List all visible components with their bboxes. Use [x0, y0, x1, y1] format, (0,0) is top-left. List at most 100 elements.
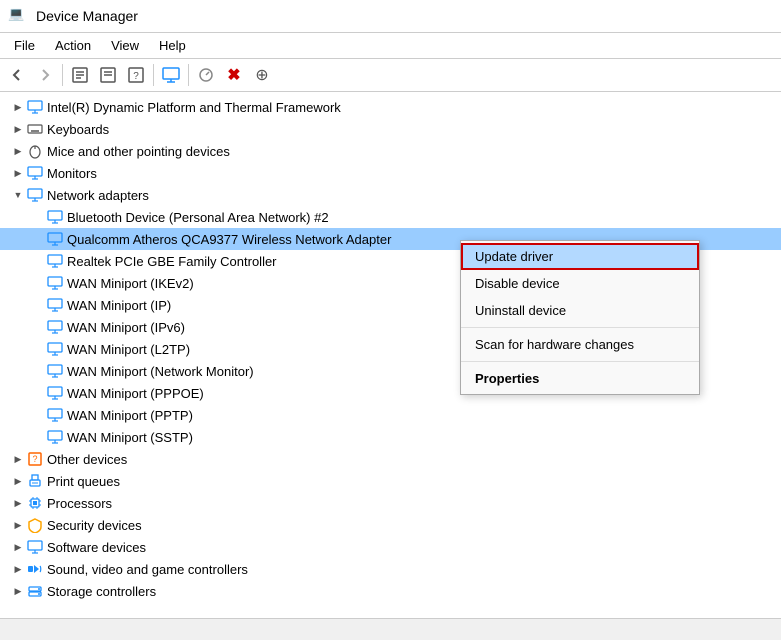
tree-label-other: Other devices: [47, 452, 127, 467]
tree-label-wan-ip: WAN Miniport (IP): [67, 298, 171, 313]
tree-label-intel: Intel(R) Dynamic Platform and Thermal Fr…: [47, 100, 341, 115]
tree-item-storage[interactable]: ▶ Storage controllers: [0, 580, 781, 602]
tree-arrow-network[interactable]: ▼: [10, 187, 26, 203]
tree-arrow-wan-sstp[interactable]: [30, 429, 46, 445]
tree-arrow-mice[interactable]: ▶: [10, 143, 26, 159]
tree-label-wan-ikev2: WAN Miniport (IKEv2): [67, 276, 194, 291]
context-menu-separator: [461, 361, 699, 362]
tree-label-wan-pptp: WAN Miniport (PPTP): [67, 408, 193, 423]
tree-icon-wan-sstp: [46, 428, 64, 446]
tree-item-other[interactable]: ▶ ? Other devices: [0, 448, 781, 470]
help-button[interactable]: ?: [123, 62, 149, 88]
tree-arrow-monitors[interactable]: ▶: [10, 165, 26, 181]
tree-label-qualcomm: Qualcomm Atheros QCA9377 Wireless Networ…: [67, 232, 391, 247]
back-button[interactable]: [4, 62, 30, 88]
tree-icon-mice: [26, 142, 44, 160]
menu-action[interactable]: Action: [45, 35, 101, 56]
tree-label-processors: Processors: [47, 496, 112, 511]
tree-item-security[interactable]: ▶ Security devices: [0, 514, 781, 536]
tree-item-print[interactable]: ▶ Print queues: [0, 470, 781, 492]
context-menu-separator: [461, 327, 699, 328]
tree-icon-wan-pptp: [46, 406, 64, 424]
toolbar-sep-2: [153, 64, 154, 86]
tree-arrow-intel[interactable]: ▶: [10, 99, 26, 115]
tree-arrow-processors[interactable]: ▶: [10, 495, 26, 511]
tree-arrow-wan-l2tp[interactable]: [30, 341, 46, 357]
tree-icon-other: ?: [26, 450, 44, 468]
tree-label-print: Print queues: [47, 474, 120, 489]
tree-arrow-wan-ipv6[interactable]: [30, 319, 46, 335]
tree-icon-processors: [26, 494, 44, 512]
display-button[interactable]: [158, 62, 184, 88]
tree-item-sound[interactable]: ▶ Sound, video and game controllers: [0, 558, 781, 580]
tree-arrow-software[interactable]: ▶: [10, 539, 26, 555]
context-menu-item-scan[interactable]: Scan for hardware changes: [461, 331, 699, 358]
tree-label-monitors: Monitors: [47, 166, 97, 181]
tree-arrow-wan-pppoe[interactable]: [30, 385, 46, 401]
toolbar-sep-1: [62, 64, 63, 86]
menu-bar: File Action View Help: [0, 33, 781, 59]
tree-label-realtek: Realtek PCIe GBE Family Controller: [67, 254, 277, 269]
add-button[interactable]: ⊕: [249, 62, 275, 88]
tree-icon-wan-l2tp: [46, 340, 64, 358]
tree-item-monitors[interactable]: ▶ Monitors: [0, 162, 781, 184]
tree-arrow-other[interactable]: ▶: [10, 451, 26, 467]
tree-icon-wan-netmon: [46, 362, 64, 380]
tree-item-network[interactable]: ▼ Network adapters: [0, 184, 781, 206]
tree-icon-storage: [26, 582, 44, 600]
context-menu-item-disable[interactable]: Disable device: [461, 270, 699, 297]
update-driver-button[interactable]: [95, 62, 121, 88]
context-menu-item-props[interactable]: Properties: [461, 365, 699, 392]
tree-icon-monitors: [26, 164, 44, 182]
tree-arrow-sound[interactable]: ▶: [10, 561, 26, 577]
tree-arrow-bluetooth[interactable]: [30, 209, 46, 225]
tree-arrow-realtek[interactable]: [30, 253, 46, 269]
tree-icon-bluetooth: [46, 208, 64, 226]
context-menu-item-update[interactable]: Update driver: [461, 243, 699, 270]
tree-item-wan-sstp[interactable]: WAN Miniport (SSTP): [0, 426, 781, 448]
tree-arrow-wan-ikev2[interactable]: [30, 275, 46, 291]
tree-icon-network: [26, 186, 44, 204]
tree-arrow-wan-pptp[interactable]: [30, 407, 46, 423]
scan-button[interactable]: [193, 62, 219, 88]
tree-arrow-wan-netmon[interactable]: [30, 363, 46, 379]
tree-arrow-print[interactable]: ▶: [10, 473, 26, 489]
context-menu: Update driverDisable deviceUninstall dev…: [460, 240, 700, 395]
tree-item-software[interactable]: ▶ Software devices: [0, 536, 781, 558]
menu-view[interactable]: View: [101, 35, 149, 56]
tree-arrow-qualcomm[interactable]: [30, 231, 46, 247]
properties-button[interactable]: [67, 62, 93, 88]
tree-arrow-storage[interactable]: ▶: [10, 583, 26, 599]
tree-label-mice: Mice and other pointing devices: [47, 144, 230, 159]
tree-item-processors[interactable]: ▶ Processors: [0, 492, 781, 514]
tree-icon-security: [26, 516, 44, 534]
tree-arrow-wan-ip[interactable]: [30, 297, 46, 313]
tree-item-bluetooth[interactable]: Bluetooth Device (Personal Area Network)…: [0, 206, 781, 228]
tree-label-storage: Storage controllers: [47, 584, 156, 599]
tree-label-sound: Sound, video and game controllers: [47, 562, 248, 577]
tree-icon-wan-ipv6: [46, 318, 64, 336]
tree-label-software: Software devices: [47, 540, 146, 555]
forward-button[interactable]: [32, 62, 58, 88]
toolbar: ? ✖ ⊕: [0, 59, 781, 92]
menu-help[interactable]: Help: [149, 35, 196, 56]
tree-label-wan-pppoe: WAN Miniport (PPPOE): [67, 386, 204, 401]
context-menu-item-uninstall[interactable]: Uninstall device: [461, 297, 699, 324]
app-icon: 💻: [8, 6, 28, 26]
menu-file[interactable]: File: [4, 35, 45, 56]
tree-label-keyboards: Keyboards: [47, 122, 109, 137]
tree-item-intel[interactable]: ▶ Intel(R) Dynamic Platform and Thermal …: [0, 96, 781, 118]
tree-arrow-security[interactable]: ▶: [10, 517, 26, 533]
tree-item-wan-pptp[interactable]: WAN Miniport (PPTP): [0, 404, 781, 426]
tree-label-wan-l2tp: WAN Miniport (L2TP): [67, 342, 190, 357]
device-tree: ▶ Intel(R) Dynamic Platform and Thermal …: [0, 92, 781, 618]
uninstall-button[interactable]: ✖: [221, 62, 247, 88]
tree-label-wan-sstp: WAN Miniport (SSTP): [67, 430, 193, 445]
tree-icon-wan-ikev2: [46, 274, 64, 292]
tree-arrow-keyboards[interactable]: ▶: [10, 121, 26, 137]
tree-item-mice[interactable]: ▶ Mice and other pointing devices: [0, 140, 781, 162]
tree-icon-qualcomm: [46, 230, 64, 248]
tree-icon-sound: [26, 560, 44, 578]
tree-item-keyboards[interactable]: ▶ Keyboards: [0, 118, 781, 140]
tree-icon-print: [26, 472, 44, 490]
